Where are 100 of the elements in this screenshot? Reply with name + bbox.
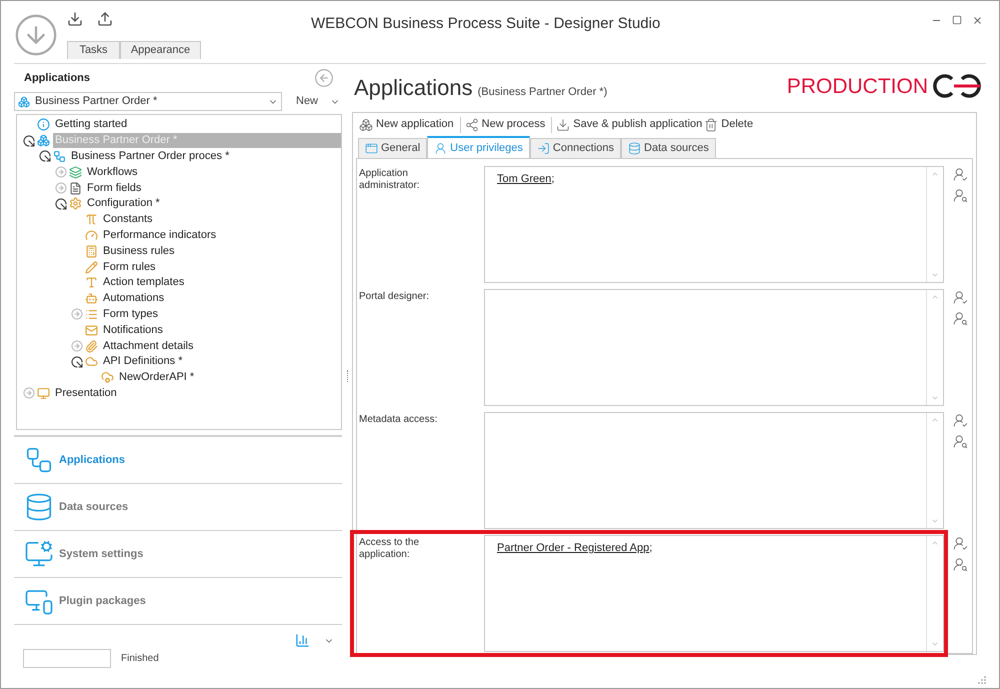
scroll-up-icon[interactable] [931,416,939,424]
expand-toggle-icon[interactable] [54,166,66,178]
user-icon [434,142,448,154]
add-user-icon[interactable] [952,413,968,428]
add-user-icon[interactable] [952,167,968,182]
scroll-up-icon[interactable] [931,539,939,547]
cloud-gear-icon [101,371,114,384]
nav-item[interactable]: System settings [14,531,342,578]
tab[interactable]: General [358,138,428,158]
user-link[interactable]: Partner Order - Registered App [497,542,650,554]
process-icon [53,150,66,163]
add-user-icon[interactable] [952,536,968,551]
scroll-down-icon[interactable] [931,517,939,525]
user-list-field[interactable] [484,412,944,529]
collapse-toggle-icon[interactable] [22,134,34,147]
status-text: Finished [121,652,159,666]
resize-grip-icon[interactable] [978,676,986,684]
monitor-gear-icon [24,539,54,569]
tab[interactable]: Data sources [621,138,716,158]
app-menu-icon[interactable] [13,12,59,58]
search-user-icon[interactable] [952,188,968,203]
window-title: WEBCON Business Process Suite - Designer Studio [311,14,660,34]
tree-item[interactable]: Attachment details [101,338,341,354]
search-user-icon[interactable] [952,434,968,449]
scroll-down-icon[interactable] [931,640,939,648]
mail-icon [85,324,98,337]
scroll-up-icon[interactable] [931,170,939,178]
database-icon [24,492,54,522]
toolbar-button[interactable]: New application [359,116,454,133]
info-icon [37,118,50,132]
calculator-icon [85,244,98,258]
toolbar-button[interactable]: Save & publish application [556,116,702,133]
tree-item[interactable]: Form fields [85,180,341,196]
maximize-icon[interactable] [952,15,962,25]
user-list-field[interactable] [484,289,944,406]
search-user-icon[interactable] [952,311,968,326]
layers-icon [69,166,82,179]
list-icon [85,308,98,321]
gear-icon [69,197,82,210]
expand-toggle-icon[interactable] [70,340,82,352]
user-list-field[interactable]: Tom Green; [484,166,944,283]
toolbar-button[interactable]: Delete [704,116,754,133]
tab[interactable]: Connections [530,138,622,158]
add-user-icon[interactable] [952,290,968,305]
app-icon [18,96,30,108]
window-icon [365,142,378,155]
tree-item[interactable]: Action templates [101,275,341,290]
tree-item[interactable]: Getting started [53,117,341,132]
app-icon [37,134,50,148]
expand-toggle-icon[interactable] [22,387,34,400]
database-icon [628,142,642,155]
back-icon[interactable] [314,68,334,88]
tree-item[interactable]: Business Partner Order proces * [69,148,341,164]
user-list-field[interactable]: Partner Order - Registered App; [484,535,944,652]
ribbon-tab[interactable]: Tasks [67,41,120,59]
tree-item[interactable]: Performance indicators [101,228,341,243]
nav-item[interactable]: Plugin packages [14,578,342,625]
monitor-icon [37,386,50,400]
tree-item[interactable]: Automations [101,291,341,306]
pi-icon [85,213,98,226]
tree-item[interactable]: Presentation [53,386,341,401]
upload-icon[interactable] [97,11,113,27]
toolbar-button[interactable]: New process [464,116,546,133]
search-user-icon[interactable] [952,557,968,572]
tree-item[interactable]: Configuration * [85,196,341,212]
ribbon-tab[interactable]: Appearance [120,41,201,59]
new-button[interactable]: New [296,93,318,110]
chart-icon[interactable] [295,633,310,648]
tree-item[interactable]: NewOrderAPI * [117,370,341,386]
field-label: Access to the application: [359,537,420,561]
tree-item[interactable]: API Definitions * [101,354,341,370]
tree-item[interactable]: Business rules [101,244,341,259]
separator-text: ; [551,173,554,185]
tree-item[interactable]: Notifications [101,322,341,338]
scroll-up-icon[interactable] [931,293,939,301]
field-label: Application administrator: [359,168,421,192]
collapse-toggle-icon[interactable] [38,150,50,162]
expand-toggle-icon[interactable] [54,182,66,194]
save-icon[interactable] [67,11,83,27]
paperclip-icon [85,340,98,353]
tree-item[interactable]: Constants [101,212,341,228]
tree-item[interactable]: Form types [101,306,341,322]
page-title: Applications [354,74,473,102]
separator-text: ; [649,542,652,554]
user-link[interactable]: Tom Green [497,173,552,185]
scroll-down-icon[interactable] [931,394,939,402]
collapse-toggle-icon[interactable] [54,198,66,210]
tree-item[interactable]: Form rules [101,260,341,275]
panel-title: Applications [24,70,90,86]
nav-item[interactable]: Data sources [14,484,342,531]
tab[interactable]: User privileges [427,136,530,158]
scroll-down-icon[interactable] [931,271,939,279]
expand-toggle-icon[interactable] [70,308,82,320]
collapse-toggle-icon[interactable] [70,356,82,368]
status-field[interactable] [23,649,111,668]
tree-item[interactable]: Workflows [85,164,341,180]
close-icon[interactable] [972,15,983,26]
application-dropdown[interactable]: Business Partner Order * [14,92,282,111]
page-subtitle: (Business Partner Order *) [478,85,608,100]
nav-item[interactable]: Applications [14,437,342,484]
